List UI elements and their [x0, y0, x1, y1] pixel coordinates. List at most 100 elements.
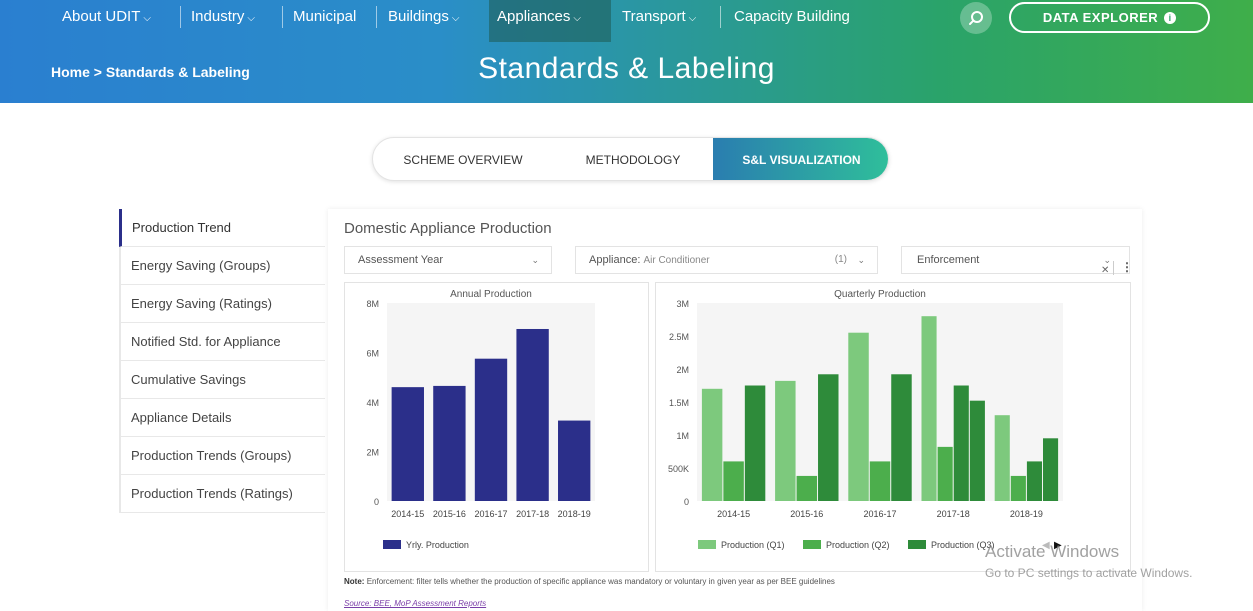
bar	[994, 415, 1010, 501]
caret-down-icon: ⌄	[531, 255, 539, 265]
watermark-subtitle: Go to PC settings to activate Windows.	[985, 566, 1193, 580]
note-label: Note:	[344, 577, 365, 586]
y-tick-label: 2M	[676, 365, 689, 375]
bar	[723, 461, 744, 501]
data-explorer-button[interactable]: DATA EXPLORER i	[1009, 2, 1210, 33]
annual-production-svg: Annual Production 0 2M 4M 6M 8M 2014-15 2015-16…	[366, 289, 595, 550]
tab-methodology[interactable]: METHODOLOGY	[553, 138, 713, 180]
y-tick-label: 2M	[366, 448, 379, 458]
toolbar-divider	[1113, 261, 1114, 275]
assessment-year-filter[interactable]: Assessment Year ⌄	[344, 246, 552, 274]
y-tick-label: 3M	[676, 299, 689, 309]
legend-swatch	[908, 540, 926, 549]
nav-label: Capacity Building	[734, 8, 850, 25]
page-title: Standards & Labeling	[478, 52, 775, 85]
x-tick-label: 2017-18	[516, 509, 549, 519]
bar	[1043, 438, 1059, 501]
watermark-title: Activate Windows	[985, 542, 1120, 561]
legend-label: Yrly. Production	[406, 540, 469, 550]
nav-item-transport[interactable]: Transport ⌵	[614, 0, 704, 38]
x-tick-label: 2016-17	[863, 509, 896, 519]
chevron-down-icon: ⌵	[688, 13, 697, 24]
nav-item-appliances[interactable]: Appliances ⌵	[489, 0, 611, 42]
x-tick-label: 2018-19	[1010, 509, 1043, 519]
x-tick-label: 2015-16	[433, 509, 466, 519]
bar	[391, 387, 424, 501]
chevron-down-icon: ⌵	[247, 13, 255, 24]
filter-label: Assessment Year	[358, 254, 443, 266]
y-tick-label: 2.5M	[669, 332, 689, 342]
sidebar-item-energy-saving-groups[interactable]: Energy Saving (Groups)	[119, 247, 325, 285]
data-explorer-label: DATA EXPLORER	[1042, 10, 1159, 25]
sidebar-item-notified-std[interactable]: Notified Std. for Appliance	[119, 323, 325, 361]
bar	[818, 374, 839, 501]
sidebar-item-production-trends-ratings[interactable]: Production Trends (Ratings)	[119, 475, 325, 513]
y-tick-label: 0	[374, 497, 379, 507]
enforcement-filter[interactable]: Enforcement ⌄	[901, 246, 1130, 274]
nav-label: Municipal	[293, 8, 357, 25]
y-tick-label: 6M	[366, 349, 379, 359]
tab-sl-visualization[interactable]: S&L VISUALIZATION	[713, 138, 888, 180]
nav-item-industry[interactable]: Industry ⌵	[183, 0, 263, 38]
bar	[1010, 475, 1026, 501]
chevron-down-icon: ⌵	[143, 13, 151, 24]
x-tick-label: 2015-16	[790, 509, 823, 519]
enforcement-note: Note: Enforcement: filter tells whether …	[344, 577, 835, 586]
nav-item-capacity-building[interactable]: Capacity Building	[726, 0, 858, 38]
header-banner: About UDIT ⌵ Industry ⌵ Municipal Building…	[0, 0, 1253, 103]
x-tick-label: 2014-15	[717, 509, 750, 519]
bar	[516, 328, 549, 501]
tab-scheme-overview[interactable]: SCHEME OVERVIEW	[373, 138, 553, 180]
bar	[848, 332, 869, 501]
source-link[interactable]: Source: BEE, MoP Assessment Reports	[344, 599, 486, 608]
nav-label: About UDIT	[62, 8, 141, 25]
sidebar-item-production-trend[interactable]: Production Trend	[119, 209, 325, 247]
nav-divider	[282, 6, 283, 28]
sidebar-item-appliance-details[interactable]: Appliance Details	[119, 399, 325, 437]
y-tick-label: 1.5M	[669, 398, 689, 408]
bar	[921, 316, 937, 501]
y-tick-label: 500K	[668, 464, 689, 474]
nav-label: Appliances	[497, 8, 571, 25]
sidebar-item-production-trends-groups[interactable]: Production Trends (Groups)	[119, 437, 325, 475]
sidebar-item-cumulative-savings[interactable]: Cumulative Savings	[119, 361, 325, 399]
legend-swatch	[698, 540, 716, 549]
nav-item-municipal[interactable]: Municipal	[285, 0, 364, 38]
nav-item-buildings[interactable]: Buildings ⌵	[380, 0, 467, 38]
annual-production-chart: Annual Production 0 2M 4M 6M 8M 2014-15 2015-16…	[344, 282, 649, 572]
nav-divider	[180, 6, 181, 28]
filter-label: Enforcement	[917, 254, 980, 266]
y-tick-label: 8M	[366, 299, 379, 309]
bar	[701, 388, 723, 501]
filter-label: Appliance:	[589, 254, 641, 266]
panel-title: Domestic Appliance Production	[344, 220, 552, 237]
bar	[796, 475, 818, 501]
y-tick-label: 0	[684, 497, 689, 507]
filter-value: Air Conditioner	[643, 255, 710, 266]
legend-swatch	[383, 540, 401, 549]
sidebar-item-energy-saving-ratings[interactable]: Energy Saving (Ratings)	[119, 285, 325, 323]
bar	[744, 385, 766, 501]
bar	[1026, 461, 1043, 501]
quarterly-production-chart: Quarterly Production 0 500K 1M 1.5M 2M 2.5M 3M 2…	[655, 282, 1131, 572]
clear-filter-icon[interactable]: ✕	[1101, 265, 1109, 276]
bar	[937, 446, 953, 501]
legend-label: Production (Q1)	[721, 540, 785, 550]
nav-divider	[720, 6, 721, 28]
more-options-icon[interactable]: ⋮	[1121, 260, 1133, 274]
note-text: Enforcement: filter tells whether the pr…	[366, 577, 835, 586]
chevron-down-icon: ⌵	[451, 13, 460, 24]
y-tick-label: 1M	[676, 431, 689, 441]
x-tick-label: 2016-17	[474, 509, 507, 519]
nav-item-about-udit[interactable]: About UDIT ⌵	[54, 0, 159, 38]
bar	[953, 385, 969, 501]
info-icon: i	[1164, 11, 1177, 24]
chart-title: Annual Production	[450, 289, 532, 300]
search-button[interactable]	[960, 2, 992, 34]
legend-label: Production (Q2)	[826, 540, 890, 550]
main-nav: About UDIT ⌵ Industry ⌵ Municipal Building…	[0, 0, 1253, 42]
quarterly-production-svg: Quarterly Production 0 500K 1M 1.5M 2M 2.5M 3M 2…	[668, 289, 1063, 551]
search-icon	[969, 11, 983, 25]
chart-title: Quarterly Production	[834, 289, 926, 300]
appliance-filter[interactable]: Appliance: Air Conditioner (1) ⌄	[575, 246, 878, 274]
